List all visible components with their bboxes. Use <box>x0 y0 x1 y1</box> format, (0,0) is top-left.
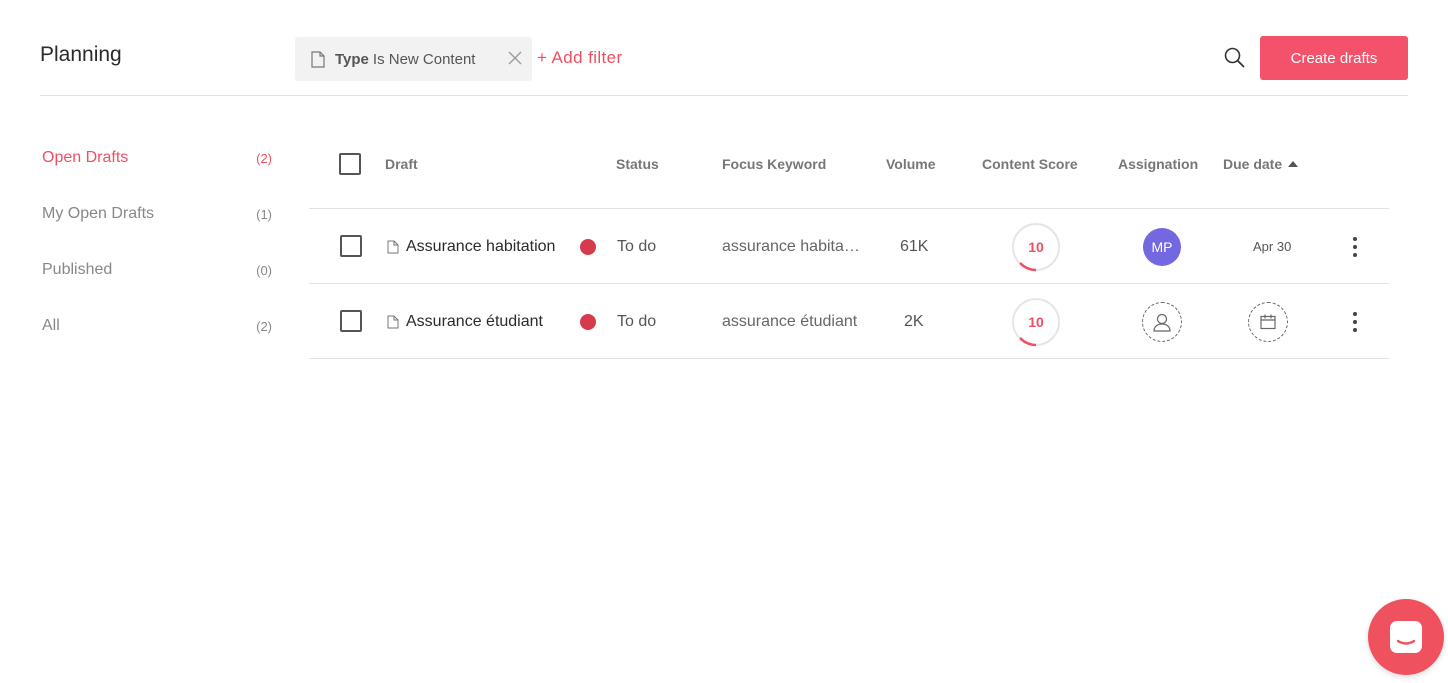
draft-title[interactable]: Assurance étudiant <box>406 313 543 331</box>
document-icon <box>387 240 399 253</box>
column-volume[interactable]: Volume <box>886 156 936 172</box>
more-vertical-icon[interactable] <box>1345 310 1365 334</box>
draft-title[interactable]: Assurance habitation <box>406 238 555 256</box>
sidebar: Open Drafts (2) My Open Drafts (1) Publi… <box>42 130 272 354</box>
column-content-score[interactable]: Content Score <box>982 156 1078 172</box>
sidebar-item-count: (1) <box>256 206 272 222</box>
page-header: Planning Type Is New Content + Add filte… <box>40 0 1408 96</box>
column-focus-keyword[interactable]: Focus Keyword <box>722 156 826 172</box>
row-checkbox[interactable] <box>340 310 362 332</box>
select-all-checkbox[interactable] <box>339 153 361 175</box>
sidebar-item-open-drafts[interactable]: Open Drafts (2) <box>42 130 272 186</box>
table-header: Draft Status Focus Keyword Volume Conten… <box>309 130 1389 209</box>
score-value: 10 <box>1028 314 1044 330</box>
status-dot <box>580 238 596 255</box>
column-draft[interactable]: Draft <box>385 156 418 172</box>
content-score-ring: 10 <box>1011 284 1061 359</box>
document-icon <box>387 315 399 328</box>
drafts-table: Draft Status Focus Keyword Volume Conten… <box>309 130 1389 359</box>
filter-value: Is New Content <box>372 50 476 68</box>
filter-field: Type <box>335 50 369 68</box>
focus-keyword: assurance habitation <box>722 237 862 255</box>
column-assignation[interactable]: Assignation <box>1118 156 1198 172</box>
sidebar-item-label: My Open Drafts <box>42 205 155 222</box>
document-icon <box>311 50 325 68</box>
close-icon[interactable] <box>508 51 522 65</box>
sidebar-item-published[interactable]: Published (0) <box>42 242 272 298</box>
status-label[interactable]: To do <box>617 209 656 284</box>
score-value: 10 <box>1028 239 1044 255</box>
due-date[interactable]: Apr 30 <box>1253 209 1291 284</box>
sidebar-item-all[interactable]: All (2) <box>42 298 272 354</box>
assign-user-button[interactable] <box>1142 301 1182 342</box>
sidebar-item-my-open-drafts[interactable]: My Open Drafts (1) <box>42 186 272 242</box>
sidebar-item-count: (2) <box>256 318 272 334</box>
column-due-date[interactable]: Due date <box>1223 156 1299 172</box>
sidebar-item-label: All <box>42 317 60 334</box>
type-filter-chip[interactable]: Type Is New Content <box>295 37 532 81</box>
volume-value: 2K <box>904 312 924 330</box>
row-checkbox[interactable] <box>340 235 362 257</box>
column-status[interactable]: Status <box>616 156 659 172</box>
table-row[interactable]: Assurance habitation To do assurance hab… <box>309 209 1389 284</box>
table-row[interactable]: Assurance étudiant To do assurance étudi… <box>309 284 1389 359</box>
create-drafts-button[interactable]: Create drafts <box>1260 36 1408 80</box>
set-due-date-button[interactable] <box>1248 301 1288 342</box>
column-due-date-label: Due date <box>1223 156 1283 172</box>
sidebar-item-count: (0) <box>256 262 272 278</box>
more-vertical-icon[interactable] <box>1345 235 1365 259</box>
avatar[interactable]: MP <box>1143 227 1181 266</box>
chat-icon <box>1390 621 1422 653</box>
status-label[interactable]: To do <box>617 284 656 359</box>
chat-launcher-button[interactable] <box>1368 599 1444 675</box>
status-dot <box>580 313 596 330</box>
calendar-icon <box>1260 314 1276 329</box>
search-icon[interactable] <box>1224 47 1245 68</box>
focus-keyword: assurance étudiant <box>722 312 858 330</box>
content-score-ring: 10 <box>1011 209 1061 284</box>
sidebar-item-label: Published <box>42 261 113 278</box>
add-filter-button[interactable]: + Add filter <box>537 48 623 68</box>
volume-value: 61K <box>900 237 929 255</box>
sort-asc-icon <box>1288 161 1299 167</box>
sidebar-item-label: Open Drafts <box>42 149 129 166</box>
page-title: Planning <box>40 43 122 66</box>
sidebar-item-count: (2) <box>256 150 272 166</box>
user-placeholder-icon <box>1153 313 1171 332</box>
